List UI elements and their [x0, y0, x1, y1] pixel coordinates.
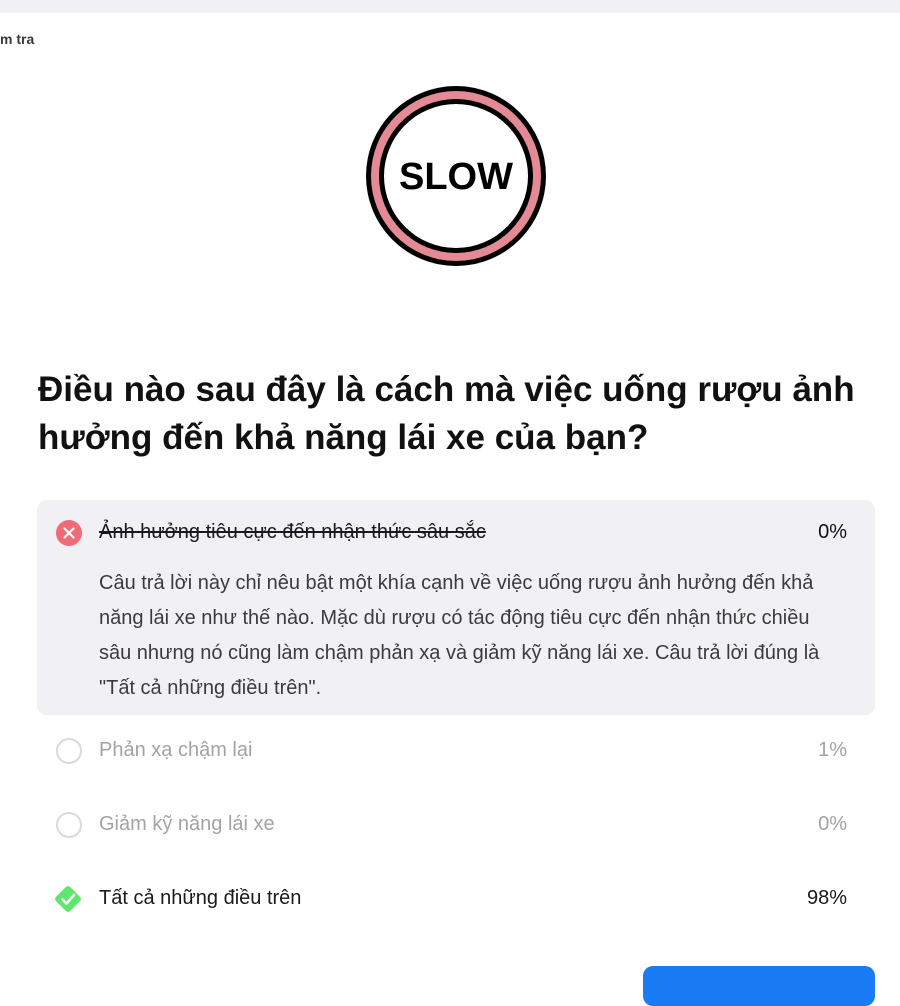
x-circle-icon: [56, 520, 82, 546]
empty-circle-icon: [56, 738, 82, 764]
answer-percent: 1%: [818, 739, 847, 761]
answer-option-4[interactable]: Tất cả những điều trên 98%: [37, 863, 875, 937]
sign-text: SLOW: [399, 156, 513, 198]
answer-label: Tất cả những điều trên: [99, 887, 302, 909]
answer-percent: 0%: [818, 813, 847, 835]
empty-circle-icon: [56, 812, 82, 838]
slow-sign-icon: SLOW: [366, 86, 546, 266]
slow-sign-image: SLOW: [362, 82, 550, 270]
answer-label: Phản xạ chậm lại: [99, 739, 253, 761]
answer-label: Ảnh hưởng tiêu cực đến nhận thức sâu sắc: [99, 521, 486, 543]
answer-percent: 98%: [806, 887, 847, 909]
answer-label: Giảm kỹ năng lái xe: [99, 813, 275, 835]
breadcrumb[interactable]: m tra: [0, 31, 34, 47]
question-title: Điều nào sau đây là cách mà việc uống rư…: [38, 370, 855, 457]
answer-explanation: Câu trả lời này chỉ nêu bật một khía cạn…: [99, 572, 820, 699]
check-diamond-icon: [51, 882, 85, 916]
top-bar: [0, 0, 900, 13]
answer-option-1[interactable]: Ảnh hưởng tiêu cực đến nhận thức sâu sắc…: [37, 500, 875, 715]
answer-percent: 0%: [818, 521, 847, 543]
continue-button[interactable]: [643, 966, 875, 1006]
answer-option-2[interactable]: Phản xạ chậm lại 1%: [37, 715, 875, 789]
answer-option-3[interactable]: Giảm kỹ năng lái xe 0%: [37, 789, 875, 863]
answer-options: Ảnh hưởng tiêu cực đến nhận thức sâu sắc…: [37, 500, 875, 937]
